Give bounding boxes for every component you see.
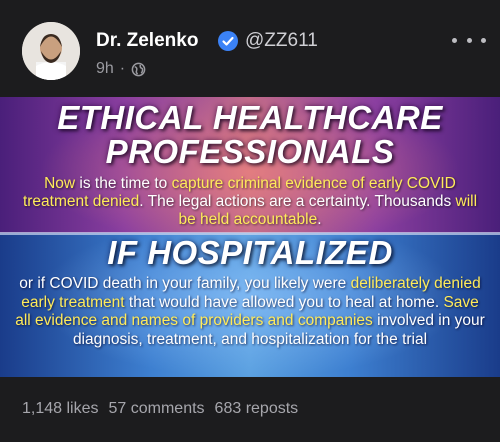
para2-span: that would have allowed you to heal at h… (124, 293, 444, 311)
image-paragraph-1: Now is the time to capture criminal evid… (22, 175, 478, 229)
post-header: Dr. Zelenko @ZZ611 9h · (0, 0, 500, 100)
image-title-1-line-2: PROFESSIONALS (105, 133, 395, 170)
post-image[interactable]: ETHICAL HEALTHCARE PROFESSIONALS Now is … (0, 97, 500, 377)
para1-span: . (317, 211, 322, 228)
engagement-stats: 1,148 likes 57 comments 683 reposts (22, 400, 298, 418)
image-title-2: IF HOSPITALIZED (107, 234, 393, 271)
para1-span: Now (44, 175, 76, 192)
image-paragraph-2: or if COVID death in your family, you li… (14, 275, 486, 349)
globe-icon (131, 62, 146, 76)
likes-count[interactable]: 1,148 likes (22, 400, 99, 418)
para1-span: . The legal actions are a certainty. Tho… (139, 193, 456, 210)
image-title-1: ETHICAL HEALTHCARE PROFESSIONALS (0, 101, 500, 169)
reposts-count[interactable]: 683 reposts (215, 400, 299, 418)
image-title-1-line-1: ETHICAL HEALTHCARE (57, 99, 443, 136)
meta-separator: · (119, 60, 126, 77)
para2-span: or if COVID death in your family, you li… (19, 275, 351, 292)
verified-badge-icon (218, 31, 238, 51)
post-time[interactable]: 9h (96, 60, 114, 78)
author-avatar[interactable] (22, 22, 80, 80)
more-options-icon[interactable] (452, 30, 486, 50)
author-handle[interactable]: @ZZ611 (245, 30, 318, 52)
para1-span: is the time to (75, 175, 172, 192)
author-name[interactable]: Dr. Zelenko (96, 30, 198, 52)
comments-count[interactable]: 57 comments (109, 400, 205, 418)
post-meta: 9h · (96, 60, 146, 78)
